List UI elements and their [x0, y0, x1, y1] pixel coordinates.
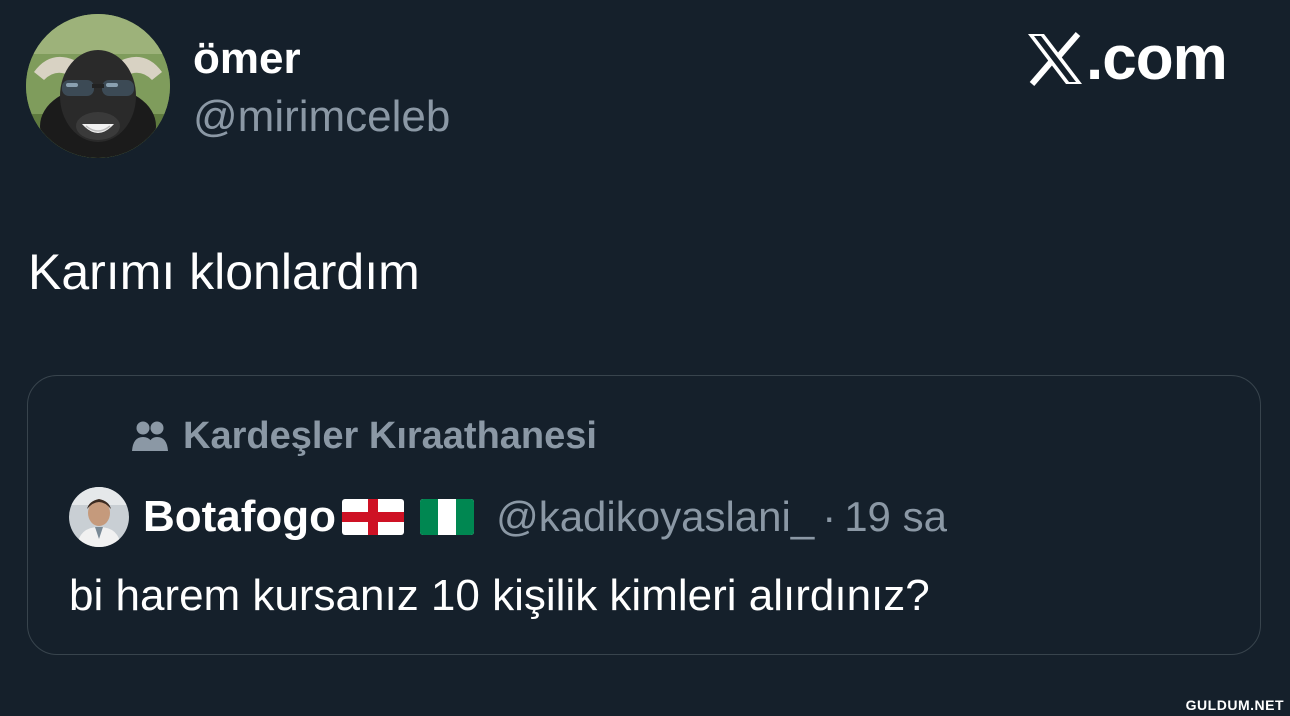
author-display-name[interactable]: ömer [193, 34, 301, 84]
nigeria-flag-icon [420, 499, 475, 535]
community-label[interactable]: Kardeşler Kıraathanesi [131, 414, 597, 458]
watermark: GULDUM.NET [1185, 697, 1284, 713]
site-logo: .com [1026, 24, 1228, 93]
site-name: .com [1086, 24, 1228, 93]
cool-buffalo-avatar-icon [26, 14, 170, 158]
quoted-post-card[interactable]: Kardeşler Kıraathanesi Botafogo @kadikoy… [27, 375, 1261, 655]
author-handle[interactable]: @mirimceleb [193, 92, 450, 142]
x-logo-icon [1028, 32, 1082, 86]
community-name: Kardeşler Kıraathanesi [183, 415, 597, 457]
england-flag-icon [342, 499, 405, 535]
post-text: Karımı klonlardım [28, 244, 420, 300]
user-avatar-icon [69, 487, 129, 547]
author-avatar[interactable] [26, 14, 170, 158]
separator-dot: · [822, 493, 837, 540]
quoted-author-display-name[interactable]: Botafogo [143, 492, 336, 542]
quoted-post-text: bi harem kursanız 10 kişilik kimleri alı… [69, 571, 930, 620]
quoted-author-handle[interactable]: @kadikoyaslani_ [496, 492, 814, 542]
quoted-post-header: Botafogo @kadikoyaslani_ · 19 sa [69, 486, 947, 548]
community-people-icon [132, 421, 168, 451]
quoted-author-avatar[interactable] [69, 487, 129, 547]
quoted-post-time[interactable]: 19 sa [844, 492, 947, 542]
